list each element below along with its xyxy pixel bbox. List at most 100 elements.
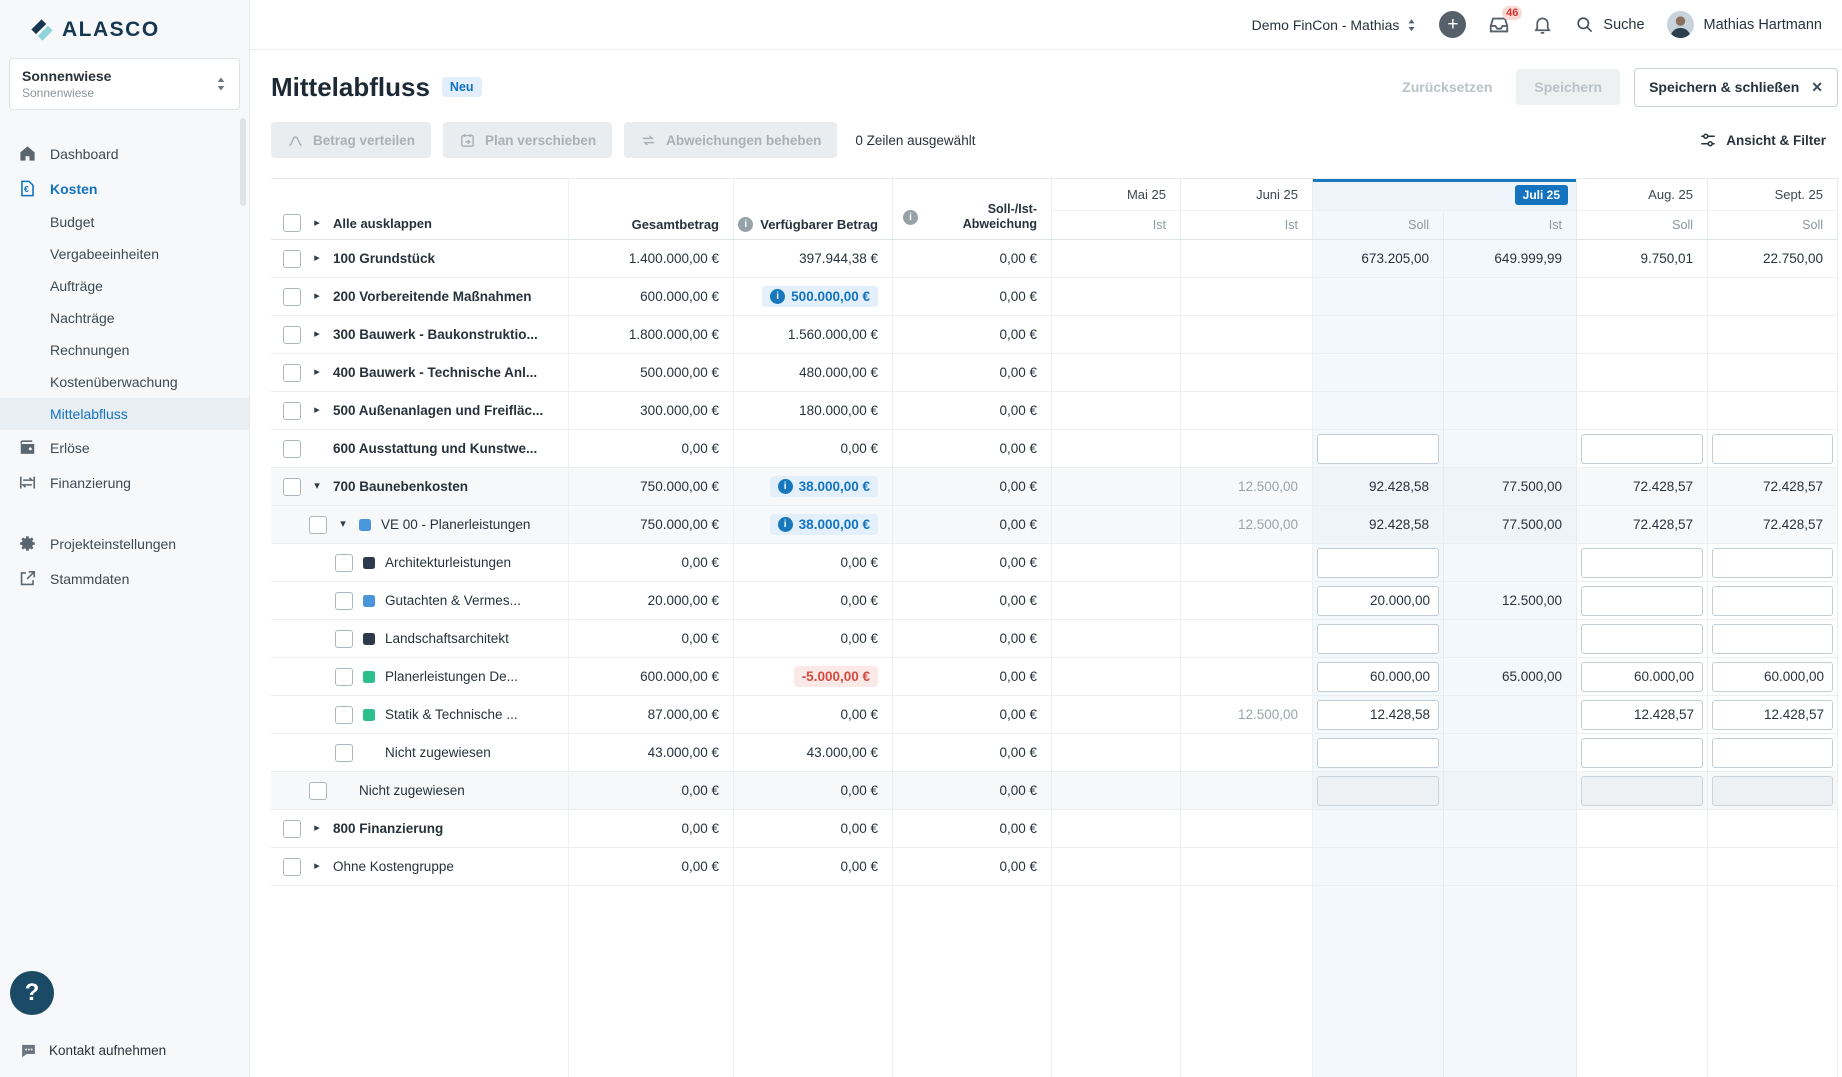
month-header-sept-25[interactable]: Sept. 25 (1708, 179, 1838, 211)
plan-value-input[interactable] (1712, 624, 1833, 654)
sidebar-item-auftr-ge[interactable]: Aufträge (0, 270, 249, 302)
month-header-juni-25[interactable]: Juni 25 (1181, 179, 1313, 211)
row-checkbox[interactable] (283, 820, 301, 838)
expand-all-icon[interactable]: ▸ (311, 218, 323, 229)
plan-value-input[interactable] (1317, 434, 1439, 464)
row-checkbox[interactable] (335, 668, 353, 686)
row-checkbox[interactable] (283, 364, 301, 382)
info-icon[interactable]: i (738, 217, 753, 232)
collapse-row-icon[interactable]: ▾ (337, 519, 349, 530)
plan-value-input[interactable] (1581, 624, 1703, 654)
plan-value-input[interactable] (1317, 738, 1439, 768)
month-cell (1181, 278, 1313, 315)
sidebar-item-nachtr-ge[interactable]: Nachträge (0, 302, 249, 334)
save-close-button[interactable]: Speichern & schließen ✕ (1634, 68, 1838, 107)
expand-row-icon[interactable]: ▸ (311, 329, 323, 340)
fix-deviations-button[interactable]: Abweichungen beheben (624, 122, 837, 158)
expand-row-icon[interactable]: ▸ (311, 405, 323, 416)
select-all-checkbox[interactable] (283, 214, 301, 232)
save-button[interactable]: Speichern (1516, 69, 1620, 105)
row-label: Nicht zugewiesen (359, 783, 465, 798)
info-icon[interactable]: i (903, 210, 918, 225)
org-selector[interactable]: Demo FinCon - Mathias (1252, 16, 1418, 34)
plan-value-input[interactable] (1317, 662, 1439, 692)
sidebar-scrollbar[interactable] (240, 118, 246, 206)
row-checkbox[interactable] (335, 744, 353, 762)
plan-value-input[interactable] (1317, 700, 1439, 730)
collapse-row-icon[interactable]: ▾ (311, 481, 323, 492)
expand-row-icon[interactable]: ▸ (311, 291, 323, 302)
user-menu[interactable]: Mathias Hartmann (1667, 11, 1822, 38)
row-checkbox[interactable] (283, 288, 301, 306)
expand-row-icon[interactable]: ▸ (311, 367, 323, 378)
plan-value-input[interactable] (1712, 434, 1833, 464)
month-header-juli-25[interactable]: Juli 25 (1313, 179, 1577, 211)
row-checkbox[interactable] (283, 858, 301, 876)
plan-value-input[interactable] (1712, 700, 1833, 730)
row-checkbox[interactable] (283, 250, 301, 268)
sidebar-item-kosten[interactable]: €Kosten (0, 171, 249, 206)
swap-arrows-icon (640, 132, 657, 149)
plan-value-input[interactable] (1581, 548, 1703, 578)
sidebar-item-stammdaten[interactable]: Stammdaten (0, 561, 249, 596)
contact-button[interactable]: Kontakt aufnehmen (20, 1042, 166, 1059)
distribute-amount-button[interactable]: Betrag verteilen (271, 122, 431, 158)
plan-value-input[interactable] (1581, 776, 1703, 806)
selected-rows-count: 0 Zeilen ausgewählt (855, 133, 975, 148)
plan-value-input[interactable] (1712, 776, 1833, 806)
plan-value-input[interactable] (1317, 776, 1439, 806)
search-button[interactable]: Suche (1575, 15, 1644, 34)
plan-value-input[interactable] (1581, 662, 1703, 692)
available-amount-info-pill[interactable]: i500.000,00 € (762, 286, 878, 307)
month-value: 92.428,58 (1369, 479, 1429, 494)
plan-value-input[interactable] (1712, 548, 1833, 578)
sidebar-item-kosten-berwachung[interactable]: Kostenüberwachung (0, 366, 249, 398)
plan-value-input[interactable] (1712, 738, 1833, 768)
sidebar-item-finanzierung[interactable]: Finanzierung (0, 465, 249, 500)
row-checkbox[interactable] (309, 782, 327, 800)
expand-row-icon[interactable]: ▸ (311, 253, 323, 264)
plan-value-input[interactable] (1581, 738, 1703, 768)
sidebar-item-rechnungen[interactable]: Rechnungen (0, 334, 249, 366)
reset-button[interactable]: Zurücksetzen (1392, 70, 1502, 104)
inbox-icon[interactable]: 46 (1488, 14, 1510, 36)
row-checkbox[interactable] (335, 706, 353, 724)
row-checkbox[interactable] (283, 326, 301, 344)
available-amount-info-pill[interactable]: i38.000,00 € (770, 476, 878, 497)
shift-plan-button[interactable]: Plan verschieben (443, 122, 612, 158)
add-button[interactable]: + (1439, 11, 1466, 38)
plan-value-input[interactable] (1712, 586, 1833, 616)
plan-value-input[interactable] (1581, 434, 1703, 464)
plan-value-input[interactable] (1581, 700, 1703, 730)
row-checkbox[interactable] (309, 516, 327, 534)
view-filter-button[interactable]: Ansicht & Filter (1699, 131, 1838, 149)
row-checkbox[interactable] (283, 440, 301, 458)
plan-value-input[interactable] (1317, 586, 1439, 616)
project-selector[interactable]: Sonnenwiese Sonnenwiese (9, 58, 240, 110)
plan-value-input[interactable] (1317, 624, 1439, 654)
row-checkbox[interactable] (335, 554, 353, 572)
row-label: Architekturleistungen (385, 555, 511, 570)
help-button[interactable]: ? (10, 971, 54, 1015)
expand-row-icon[interactable]: ▸ (311, 823, 323, 834)
month-cell (1181, 392, 1313, 429)
sidebar-item-mittelabfluss[interactable]: Mittelabfluss (0, 398, 249, 430)
month-header-mai-25[interactable]: Mai 25 (1052, 179, 1181, 211)
row-checkbox[interactable] (283, 402, 301, 420)
available-amount-info-pill[interactable]: i38.000,00 € (770, 514, 878, 535)
row-checkbox[interactable] (335, 630, 353, 648)
row-checkbox[interactable] (283, 478, 301, 496)
sidebar-item-erl-se[interactable]: Erlöse (0, 430, 249, 465)
plan-value-input[interactable] (1712, 662, 1833, 692)
plan-value-input[interactable] (1317, 548, 1439, 578)
month-header-aug-25[interactable]: Aug. 25 (1577, 179, 1708, 211)
plan-value-input[interactable] (1581, 586, 1703, 616)
sidebar-item-vergabeeinheiten[interactable]: Vergabeeinheiten (0, 238, 249, 270)
cell-soll-ist-abweichung: 0,00 € (893, 772, 1052, 809)
sidebar-item-dashboard[interactable]: Dashboard (0, 136, 249, 171)
row-checkbox[interactable] (335, 592, 353, 610)
sidebar-item-projekteinstellungen[interactable]: Projekteinstellungen (0, 526, 249, 561)
expand-row-icon[interactable]: ▸ (311, 861, 323, 872)
sidebar-item-budget[interactable]: Budget (0, 206, 249, 238)
notifications-icon[interactable] (1532, 14, 1553, 35)
